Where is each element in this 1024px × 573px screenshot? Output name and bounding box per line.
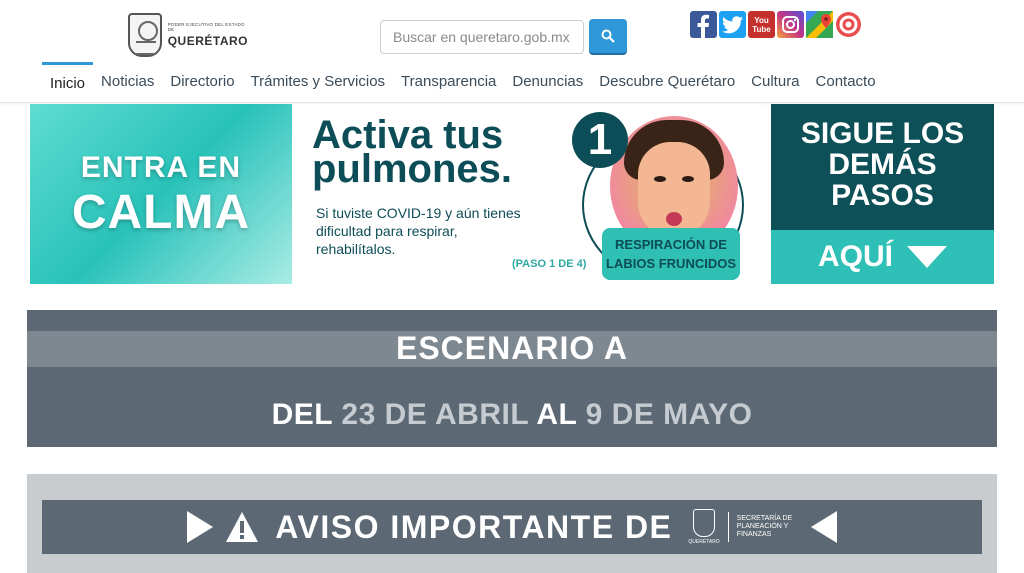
queretaro-logo[interactable]: PODER EJECUTIVO DEL ESTADO DE QUERÉTARO <box>128 12 248 58</box>
logo-small-text: PODER EJECUTIVO DEL ESTADO DE <box>167 22 245 32</box>
secretaria-name: SECRETARÍA DE PLANEACIÓN Y FINANZAS <box>736 515 793 538</box>
escenario-title: ESCENARIO A <box>395 330 629 366</box>
banner-title: Activa tus pulmones. <box>312 115 513 191</box>
technique-line2: LABIOS FRUNCIDOS <box>606 256 736 271</box>
pulmones-panel: Activa tus pulmones. Si tuviste COVID-19… <box>292 104 762 284</box>
paso-label: (PASO 1 DE 4) <box>512 258 587 270</box>
start-date: 23 DE ABRIL <box>341 398 529 431</box>
pasos-heading: SIGUE LOS DEMÁS PASOS <box>771 104 994 230</box>
aqui-label: AQUÍ <box>818 240 893 273</box>
google-maps-icon[interactable] <box>806 11 833 38</box>
banner-body: Si tuviste COVID-19 y aún tienes dificul… <box>316 204 556 258</box>
calma-line2: CALMA <box>71 186 251 239</box>
nav-item-inicio[interactable]: Inicio <box>42 62 94 102</box>
aqui-button[interactable]: AQUÍ <box>771 230 994 284</box>
instagram-icon[interactable] <box>777 11 804 38</box>
search-icon <box>601 29 615 43</box>
play-right-icon <box>187 511 214 543</box>
facebook-icon[interactable] <box>690 11 717 38</box>
left-eye <box>654 176 666 182</box>
banner-body-line3: rehabilítalos. <box>316 241 396 257</box>
banner-title-line2: pulmones. <box>312 147 513 191</box>
sec-divider <box>727 512 729 542</box>
del-word: DEL <box>271 398 333 431</box>
lips <box>666 212 682 226</box>
pasos-line3: PASOS <box>831 179 934 212</box>
secretaria-logo: QUERÉTARO SECRETARÍA DE PLANEACIÓN Y FIN… <box>688 509 796 545</box>
calma-line1: ENTRA EN <box>80 151 242 184</box>
step-number: 1 <box>572 112 628 168</box>
covid-banner[interactable]: ENTRA EN CALMA Activa tus pulmones. Si t… <box>30 104 994 284</box>
banner-body-line1: Si tuviste COVID-19 y aún tienes <box>316 205 521 221</box>
site-header: PODER EJECUTIVO DEL ESTADO DE QUERÉTARO … <box>0 0 1024 103</box>
calma-panel: ENTRA EN CALMA <box>30 104 292 284</box>
arrow-down-icon <box>907 246 947 268</box>
search-button[interactable] <box>589 19 627 53</box>
twitter-icon[interactable] <box>719 11 746 38</box>
technique-line1: RESPIRACIÓN DE <box>615 237 727 252</box>
main-nav: Inicio Noticias Directorio Trámites y Se… <box>42 62 884 102</box>
nav-item-tramites[interactable]: Trámites y Servicios <box>243 62 393 102</box>
pasos-panel[interactable]: SIGUE LOS DEMÁS PASOS AQUÍ <box>771 104 994 284</box>
pasos-line1: SIGUE LOS <box>800 117 965 150</box>
pasos-line2: DEMÁS <box>828 148 937 181</box>
sec-crest-icon <box>693 509 716 537</box>
youtube-icon[interactable]: You Tube <box>748 11 775 38</box>
nav-item-descubre[interactable]: Descubre Querétaro <box>591 62 743 102</box>
nav-item-noticias[interactable]: Noticias <box>93 62 162 102</box>
warning-icon <box>225 511 259 543</box>
escenario-dates: DEL 23 DE ABRIL AL 9 DE MAYO <box>27 398 997 432</box>
nav-item-contacto[interactable]: Contacto <box>808 62 884 102</box>
play-left-icon <box>810 511 837 543</box>
nav-item-denuncias[interactable]: Denuncias <box>504 62 591 102</box>
right-eye <box>682 176 694 182</box>
state-crest-icon <box>128 13 162 57</box>
target-icon[interactable] <box>835 11 862 38</box>
banner-body-line2: dificultad para respirar, <box>316 223 458 239</box>
nav-item-cultura[interactable]: Cultura <box>743 62 807 102</box>
escenario-banner: ESCENARIO A DEL 23 DE ABRIL AL 9 DE MAYO <box>27 310 997 447</box>
nav-item-transparencia[interactable]: Transparencia <box>393 62 504 102</box>
search-input[interactable] <box>380 20 584 54</box>
sec-logo-small: QUERÉTARO <box>688 539 720 545</box>
nav-item-directorio[interactable]: Directorio <box>162 62 242 102</box>
technique-tag: RESPIRACIÓN DE LABIOS FRUNCIDOS <box>602 228 740 280</box>
aviso-banner[interactable]: AVISO IMPORTANTE DE QUERÉTARO SECRETARÍA… <box>42 500 982 554</box>
aviso-text: AVISO IMPORTANTE DE <box>275 508 673 545</box>
sec-crest-group: QUERÉTARO <box>688 509 720 545</box>
aviso-section: AVISO IMPORTANTE DE QUERÉTARO SECRETARÍA… <box>27 474 997 573</box>
logo-big-text: QUERÉTARO <box>167 34 248 48</box>
youtube-label: You Tube <box>752 15 771 34</box>
al-word: AL <box>536 398 577 431</box>
end-date: 9 DE MAYO <box>585 398 753 431</box>
logo-text: PODER EJECUTIVO DEL ESTADO DE QUERÉTARO <box>167 22 248 48</box>
